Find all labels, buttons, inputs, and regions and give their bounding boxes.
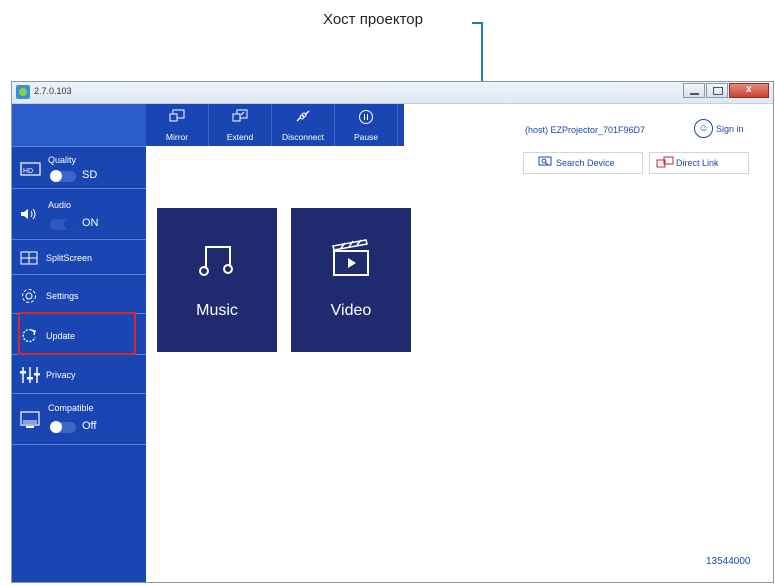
sliders-icon xyxy=(20,366,40,387)
toggle-knob xyxy=(50,421,62,433)
host-device-name: (host) EZProjector_701F96D7 xyxy=(525,125,646,135)
music-label: Music xyxy=(196,302,238,319)
disconnect-button[interactable]: Disconnect xyxy=(272,104,335,146)
music-note-icon xyxy=(197,241,237,284)
quality-label: Quality xyxy=(48,155,77,165)
maximize-button[interactable] xyxy=(706,83,728,98)
compatible-label: Compatible xyxy=(48,403,94,413)
sidebar-item-splitscreen[interactable]: SplitScreen xyxy=(12,241,146,275)
search-device-icon xyxy=(538,156,552,170)
pause-button[interactable]: Pause xyxy=(335,104,398,146)
minimize-button[interactable] xyxy=(683,83,705,98)
toggle-knob xyxy=(50,170,62,182)
extend-label: Extend xyxy=(226,132,254,142)
svg-text:HD: HD xyxy=(23,168,33,175)
extend-button[interactable]: Extend xyxy=(209,104,272,146)
music-tile[interactable]: Music xyxy=(157,208,277,352)
sidebar-item-privacy[interactable]: Privacy xyxy=(12,356,146,394)
quality-toggle[interactable] xyxy=(50,170,76,182)
clapperboard-icon xyxy=(331,238,371,283)
mirror-icon xyxy=(146,104,208,128)
pause-label: Pause xyxy=(353,132,379,142)
video-tile[interactable]: Video xyxy=(291,208,411,352)
direct-link-button[interactable]: Direct Link xyxy=(649,152,749,174)
sidebar-item-quality[interactable]: HD Quality SD xyxy=(12,147,146,189)
search-device-label: Search Device xyxy=(556,158,615,168)
compatible-value: Off xyxy=(82,420,97,432)
privacy-label: Privacy xyxy=(46,370,76,380)
compatible-toggle[interactable] xyxy=(50,421,76,433)
hd-monitor-icon: HD xyxy=(20,161,42,180)
search-device-button[interactable]: Search Device xyxy=(523,152,643,174)
disconnect-label: Disconnect xyxy=(281,132,325,142)
app-window: 2.7.0.103 HD Quality SD Audio ON xyxy=(11,81,774,583)
callout-label: Хост проектор xyxy=(323,11,423,28)
speaker-icon xyxy=(20,207,40,224)
direct-link-label: Direct Link xyxy=(676,158,719,168)
extend-icon xyxy=(209,104,271,128)
sidebar-item-settings[interactable]: Settings xyxy=(12,276,146,314)
window-controls xyxy=(682,83,769,100)
sidebar-item-audio[interactable]: Audio ON xyxy=(12,190,146,240)
mirror-label: Mirror xyxy=(165,132,189,142)
pause-icon xyxy=(335,104,397,128)
signin-label: Sign in xyxy=(716,123,744,134)
title-bar: 2.7.0.103 xyxy=(12,82,773,104)
signin-button[interactable]: ☺ Sign in xyxy=(694,119,744,138)
audio-value: ON xyxy=(82,217,99,229)
user-icon: ☺ xyxy=(694,119,713,138)
top-toolbar: Mirror Extend Disconnect Pause xyxy=(146,104,404,146)
quality-value: SD xyxy=(82,169,98,181)
close-button[interactable] xyxy=(729,83,769,98)
disconnect-icon xyxy=(272,104,334,128)
direct-link-icon xyxy=(656,156,674,170)
split-screen-icon xyxy=(20,251,38,268)
toggle-knob xyxy=(64,218,76,230)
settings-highlight-box xyxy=(18,312,136,355)
connection-code: 13544000 xyxy=(706,556,751,567)
sidebar-header xyxy=(12,104,146,147)
mirror-button[interactable]: Mirror xyxy=(146,104,209,146)
settings-label: Settings xyxy=(46,291,79,301)
audio-toggle[interactable] xyxy=(50,218,76,230)
compatible-screen-icon xyxy=(20,411,40,432)
app-logo-icon xyxy=(16,85,30,99)
audio-label: Audio xyxy=(48,200,72,210)
video-label: Video xyxy=(330,302,372,319)
app-version: 2.7.0.103 xyxy=(34,86,72,96)
sidebar-item-compatible[interactable]: Compatible Off xyxy=(12,395,146,445)
gear-icon xyxy=(20,287,38,308)
splitscreen-label: SplitScreen xyxy=(46,253,93,263)
